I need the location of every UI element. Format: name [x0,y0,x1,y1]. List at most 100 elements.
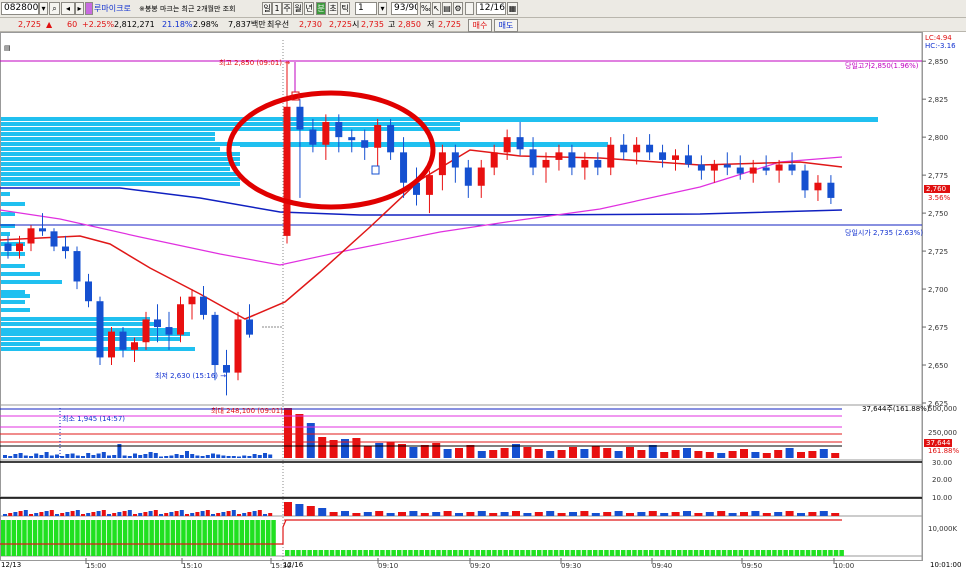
green-bar-a-17 [91,520,96,556]
period-button-3[interactable]: 월 [293,2,303,15]
period-button-0[interactable]: 일 [262,2,272,15]
green-bar-b-85 [761,550,766,556]
low-label: 저 [427,20,435,29]
green-bar-a-37 [197,520,202,556]
ind-axis-label-1: 20.00 [932,476,952,484]
vol-bar-20 [107,455,111,458]
vol-bar-73 [523,447,532,458]
prev-stock-icon[interactable]: ◂ [61,2,75,15]
vol-bar-69 [477,451,486,458]
time-tick-label-5: 09:30 [561,562,581,570]
search-icon[interactable]: ⌕ [49,2,60,15]
profile-bar-23 [0,280,62,284]
date-input[interactable]: 12/16 [476,2,506,15]
period-button-7[interactable]: 틱 [340,2,350,15]
vol-bar-10 [55,454,59,458]
profile-bar-10 [0,167,230,171]
vol-bar-23 [122,455,127,458]
stock-name[interactable]: 루마이크로 [94,3,131,15]
green-bar-a-0 [1,520,6,556]
green-bar-a-32 [170,520,176,556]
green-bar-b-60 [621,550,626,556]
green-bar-b-53 [581,550,587,556]
ind-bar-a-37 [195,512,200,516]
ind-bar-b-46 [808,512,817,516]
ind-bar-b-5 [341,511,349,516]
green-bar-b-12 [352,550,357,556]
vol-bar-41 [216,454,221,458]
vol-bar-50 [263,453,267,458]
ind-bar-a-26 [138,513,143,516]
buy-button[interactable]: 매수 [468,19,492,32]
vol-bar-77 [569,447,577,458]
ind-bar-a-44 [231,510,236,516]
settings-icon[interactable]: ⚙ [453,2,463,15]
checkbox-icon[interactable] [465,2,474,15]
day2-candle-0 [283,106,291,236]
vol-bar-26 [138,455,143,458]
interval-dropdown-icon[interactable]: ▾ [378,2,387,15]
green-bar-b-25 [425,550,430,556]
zoom-icon[interactable]: ‰ [420,2,431,15]
period-button-2[interactable]: 주 [282,2,292,15]
calendar-icon[interactable]: ▦ [507,2,518,15]
low-marker-label: 최저 2,630 (15:16) → [155,372,227,380]
green-bar-b-16 [374,550,380,556]
period-button-1[interactable]: 1 [272,2,282,15]
ind-bar-a-27 [143,512,148,516]
green-bar-b-5 [313,550,318,556]
green-bar-b-29 [447,550,452,556]
day2-candle-23 [581,159,589,168]
green-bar-b-26 [430,550,436,556]
green-bar-a-14 [75,520,80,556]
day2-candle-28 [646,144,654,153]
ind-bar-b-4 [329,512,338,516]
change-pct: +2.25% [82,20,115,29]
green-bar-b-11 [346,550,352,556]
profile-bar-4 [0,137,215,141]
ind-bar-a-25 [133,514,137,516]
next-stock-icon[interactable]: ▸ [75,2,84,15]
green-bar-b-33 [469,550,475,556]
best-ask: 2,725 [329,20,352,29]
profile-bar-6 [0,147,220,151]
vol-bar-70 [489,450,498,458]
interval-input[interactable]: 1 [355,2,377,15]
day1-candle-20 [234,319,242,373]
day2-candle-1 [296,106,304,130]
green-bar-a-43 [228,520,234,556]
up-arrow-icon: ▲ [46,20,53,29]
vol-bar-96 [785,448,794,458]
count-input[interactable]: 93/900 [391,2,418,15]
stock-chart[interactable]: 2,850 2,825 2,800 2,775 2,750 2,725 2,700 2,675… [0,32,966,572]
stock-code-input[interactable]: 082800 [1,2,39,15]
period-button-6[interactable]: 초 [328,2,338,15]
vol-bar-46 [242,455,247,458]
green-bar-b-4 [307,550,312,556]
green-bar-a-28 [149,520,154,556]
green-bar-b-35 [481,550,486,556]
time-tick-label-8: 10:00 [834,562,854,570]
profile-bar-21 [0,264,25,268]
save-icon[interactable]: ▤ [442,2,452,15]
ind-bar-b-32 [648,511,657,516]
green-bar-b-91 [794,550,800,556]
green-bar-b-67 [660,550,665,556]
period-button-5[interactable]: 분 [316,2,326,15]
ind-bar-a-10 [55,514,59,516]
code-dropdown-icon[interactable]: ▾ [39,2,48,15]
profile-bar-3 [0,132,215,136]
green-bar-b-83 [749,550,755,556]
ind-bar-a-4 [23,510,28,516]
candles [4,61,835,396]
green-bar-b-20 [397,550,402,556]
arrow-icon[interactable]: ↖ [432,2,441,15]
profile-bar-25 [0,294,30,298]
panel-menu-icon[interactable]: ▤ [4,44,11,52]
period-button-4[interactable]: 년 [304,2,314,15]
sell-button[interactable]: 매도 [494,19,518,32]
day1-candle-13 [154,319,161,328]
green-bar-b-95 [817,550,822,556]
current-price-badge: 2,760 [924,185,950,193]
green-bar-a-8 [43,520,48,556]
